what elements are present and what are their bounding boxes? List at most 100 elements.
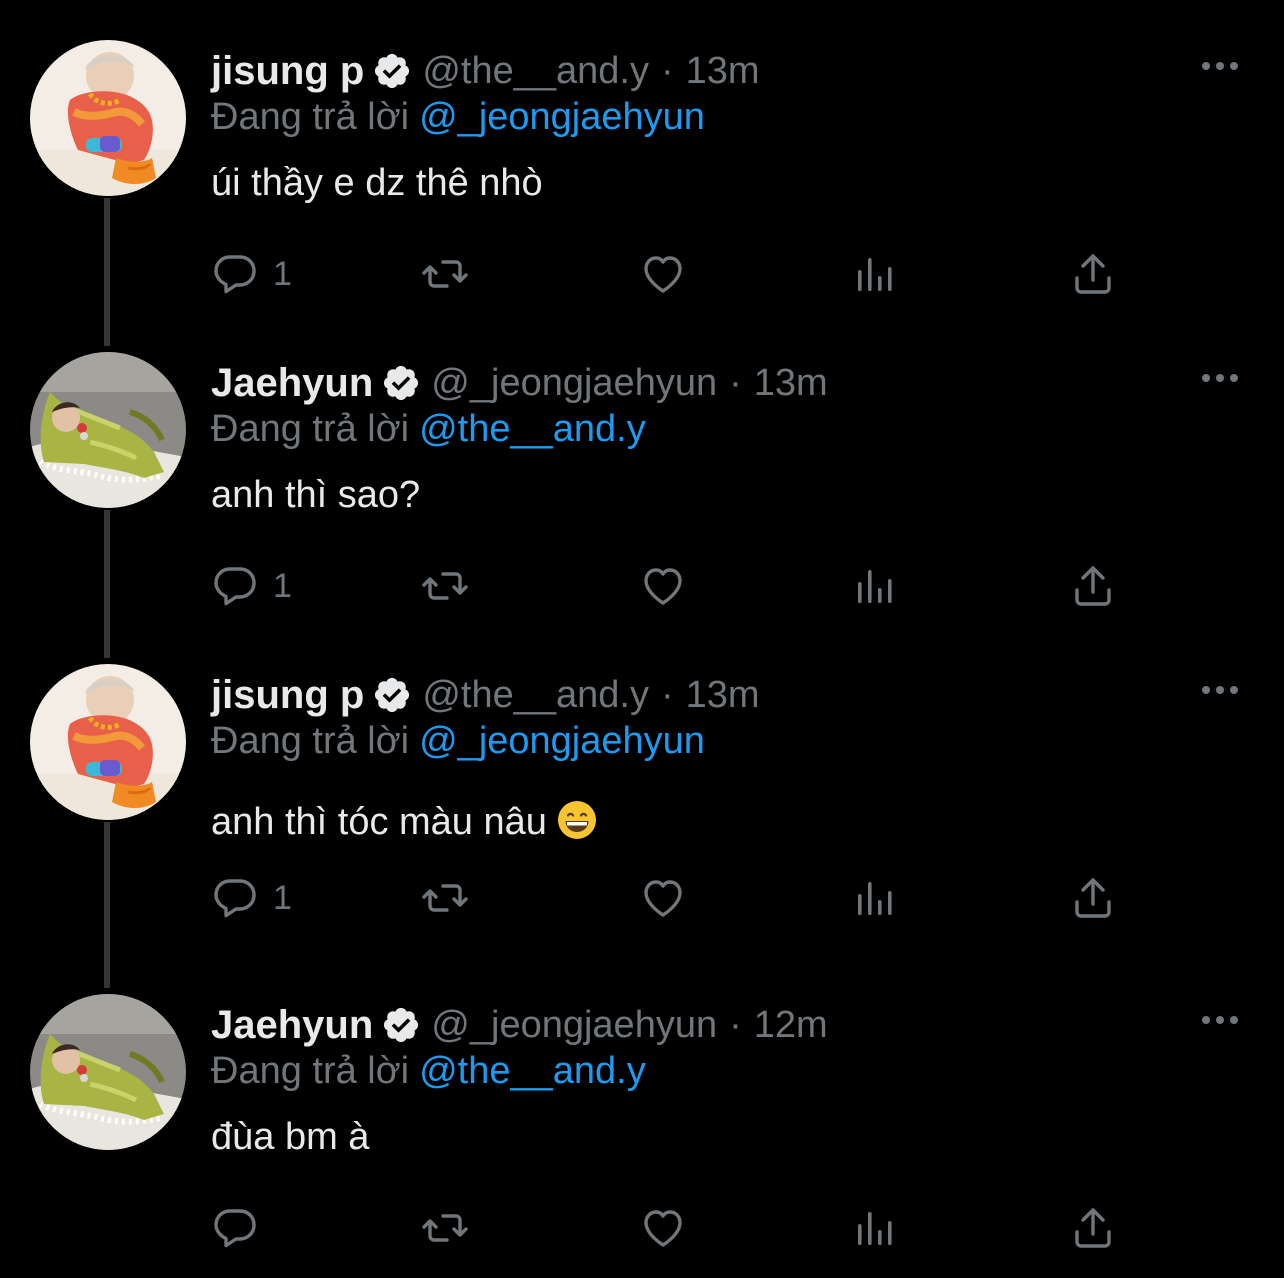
username-handle[interactable]: @the__and.y [422,674,649,717]
more-icon [1200,1012,1240,1028]
more-icon [1200,682,1240,698]
verified-badge-icon [372,675,412,715]
replying-to: Đang trả lời @the__and.y [211,408,646,451]
tweet-text: anh thì sao? [211,474,420,517]
more-options-button[interactable] [1200,58,1240,74]
heart-icon [639,250,687,298]
more-options-button[interactable] [1200,370,1240,386]
username-handle[interactable]: @_jeongjaehyun [431,362,717,405]
tweet-text: úi thầy e dz thê nhò [211,162,543,205]
retweet-button[interactable] [421,1204,469,1252]
analytics-icon [851,1204,899,1252]
more-options-button[interactable] [1200,1012,1240,1028]
share-icon [1069,250,1117,298]
analytics-icon [851,562,899,610]
tweet-actions [211,1204,1131,1254]
like-button[interactable] [639,1204,687,1252]
replying-prefix: Đang trả lời [211,720,410,762]
share-button[interactable] [1069,1204,1117,1252]
retweet-icon [421,874,469,922]
tweet-header: jisung p @the__and.y · 13m [211,46,760,96]
like-button[interactable] [639,250,687,298]
view-analytics-button[interactable] [851,1204,899,1252]
avatar[interactable] [30,40,186,196]
share-icon [1069,562,1117,610]
timestamp[interactable]: 12m [754,1004,828,1047]
heart-icon [639,1204,687,1252]
reply-count: 1 [273,878,292,917]
tweet-body: anh thì sao? [211,474,421,516]
tweet-actions: 1 [211,250,1131,300]
display-name[interactable]: Jaehyun [211,1003,373,1048]
tweet[interactable]: Jaehyun @_jeongjaehyun · 13m Đang trả lời @th… [0,312,1284,624]
tweet-header: Jaehyun @_jeongjaehyun · 12m [211,1000,828,1050]
avatar-green-jacket [30,352,186,508]
tweet[interactable]: jisung p @the__and.y · 13m Đang trả lời @_jeo… [0,624,1284,936]
more-options-button[interactable] [1200,682,1240,698]
replying-prefix: Đang trả lời [211,96,410,138]
like-button[interactable] [639,874,687,922]
like-button[interactable] [639,562,687,610]
view-analytics-button[interactable] [851,874,899,922]
verified-badge-icon [381,1005,421,1045]
more-icon [1200,58,1240,74]
tweet[interactable]: jisung p @the__and.y · 13m Đang trả lời @_jeo… [0,0,1284,312]
replying-prefix: Đang trả lời [211,1050,410,1092]
retweet-icon [421,1204,469,1252]
heart-icon [639,874,687,922]
avatar-green-jacket [30,994,186,1150]
timestamp[interactable]: 13m [686,674,760,717]
reply-button[interactable] [211,1204,273,1252]
replying-to: Đang trả lời @_jeongjaehyun [211,96,705,139]
tweet-actions: 1 [211,874,1131,924]
retweet-icon [421,562,469,610]
separator-dot: · [660,673,674,716]
display-name[interactable]: jisung p [211,673,364,718]
separator-dot: · [660,49,674,92]
tweet-body: anh thì tóc màu nâu [211,801,547,843]
view-analytics-button[interactable] [851,250,899,298]
retweet-button[interactable] [421,562,469,610]
display-name[interactable]: jisung p [211,49,364,94]
share-icon [1069,874,1117,922]
retweet-icon [421,250,469,298]
view-analytics-button[interactable] [851,562,899,610]
retweet-button[interactable] [421,874,469,922]
reply-button[interactable]: 1 [211,250,292,298]
timestamp[interactable]: 13m [754,362,828,405]
analytics-icon [851,874,899,922]
separator-dot: · [729,361,742,404]
avatar[interactable] [30,352,186,508]
share-button[interactable] [1069,874,1117,922]
username-handle[interactable]: @the__and.y [422,50,649,93]
grinning-face-emoji [557,800,597,840]
replying-prefix: Đang trả lời [211,408,410,450]
tweet-text: anh thì tóc màu nâu [211,800,597,844]
mention-link[interactable]: @the__and.y [419,1050,646,1092]
replying-to: Đang trả lời @_jeongjaehyun [211,720,705,763]
reply-count: 1 [273,254,292,293]
tweet-body: úi thầy e dz thê nhò [211,162,543,204]
username-handle[interactable]: @_jeongjaehyun [431,1004,717,1047]
mention-link[interactable]: @_jeongjaehyun [419,96,705,138]
avatar[interactable] [30,664,186,820]
share-icon [1069,1204,1117,1252]
reply-icon [211,250,259,298]
tweet[interactable]: Jaehyun @_jeongjaehyun · 12m Đang trả lời @th… [0,954,1284,1266]
reply-button[interactable]: 1 [211,874,292,922]
mention-link[interactable]: @_jeongjaehyun [419,720,705,762]
tweet-actions: 1 [211,562,1131,612]
reply-icon [211,874,259,922]
reply-button[interactable]: 1 [211,562,292,610]
avatar-colorful-sweater [30,40,186,196]
retweet-button[interactable] [421,250,469,298]
share-button[interactable] [1069,562,1117,610]
avatar[interactable] [30,994,186,1150]
reply-count: 1 [273,566,292,605]
replying-to: Đang trả lời @the__and.y [211,1050,646,1093]
mention-link[interactable]: @the__and.y [419,408,646,450]
share-button[interactable] [1069,250,1117,298]
timestamp[interactable]: 13m [686,50,760,93]
display-name[interactable]: Jaehyun [211,361,373,406]
reply-icon [211,1204,259,1252]
